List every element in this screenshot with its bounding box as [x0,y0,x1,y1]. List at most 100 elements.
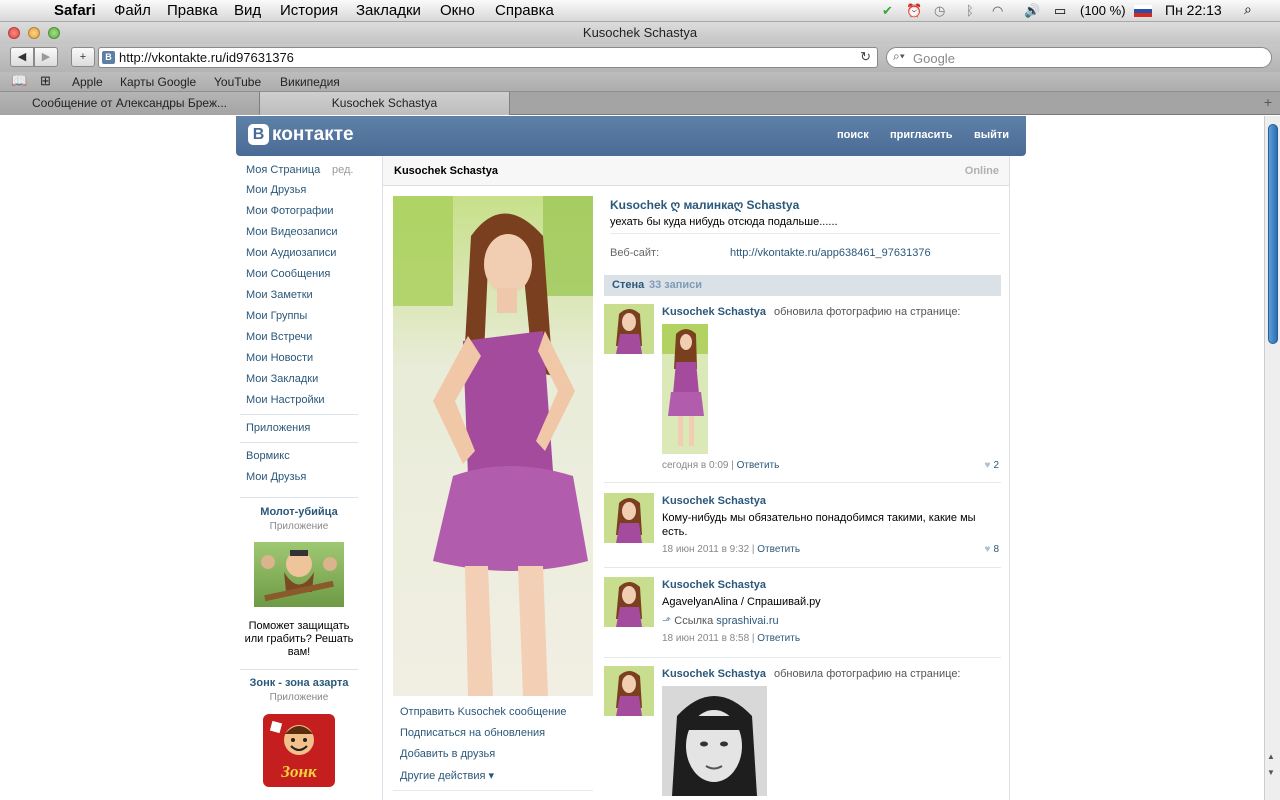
russian-flag-icon[interactable] [1134,5,1152,17]
battery-icon[interactable]: ▭ [1054,3,1066,19]
nav-invite-link[interactable]: пригласить [890,129,953,141]
reading-list-icon[interactable]: 📖 [11,73,27,89]
menu-my-photos[interactable]: Мои Фотографии [246,205,333,217]
wall-title: Стена [612,279,645,291]
wifi-icon[interactable]: ◠ [992,3,1003,19]
bluetooth-icon[interactable]: ᛒ [966,3,974,18]
vk-logo[interactable]: Вконтакте [248,124,354,148]
menu-file[interactable]: Файл [114,2,151,19]
post-author[interactable]: Kusochek Schastya [662,668,766,680]
scroll-down-arrow[interactable]: ▼ [1267,768,1275,777]
vk-header: Вконтакте поиск пригласить выйти [236,116,1026,156]
reload-icon[interactable]: ↻ [860,49,871,65]
profile-status-text[interactable]: уехать бы куда нибудь отсюда подальше...… [610,216,838,228]
post-photo[interactable] [662,686,767,796]
menu-my-audio[interactable]: Мои Аудиозаписи [246,247,336,259]
url-text[interactable]: http://vkontakte.ru/id97631376 [119,50,294,65]
left-menu-divider [240,442,358,443]
website-link[interactable]: http://vkontakte.ru/app638461_97631376 [730,247,931,259]
minimize-window-icon[interactable] [28,27,40,39]
reply-link[interactable]: Ответить [737,460,780,471]
scroll-up-arrow[interactable]: ▲ [1267,752,1275,761]
info-divider [610,233,1000,234]
menu-my-settings[interactable]: Мои Настройки [246,394,325,406]
profile-photo[interactable] [393,196,593,696]
close-window-icon[interactable] [8,27,20,39]
send-message-link[interactable]: Отправить Kusochek сообщение [400,706,567,718]
other-actions-dropdown[interactable]: Другие действия ▾ [400,769,494,782]
post-avatar[interactable] [604,577,654,627]
menu-my-events[interactable]: Мои Встречи [246,331,312,343]
profile-header: Kusochek Schastya Online [383,156,1009,186]
menu-app-wormix[interactable]: Вормикс [246,450,290,462]
tab-message[interactable]: Сообщение от Александры Бреж... [0,92,260,115]
menu-edit-link[interactable]: ред. [332,164,353,176]
post-author[interactable]: Kusochek Schastya [662,579,766,591]
menu-my-news[interactable]: Мои Новости [246,352,313,364]
search-field[interactable]: ⌕▾ Google [886,47,1272,68]
ad-image-zonk[interactable]: Зонк [263,714,335,787]
alarm-clock-icon[interactable]: ⏰ [906,3,922,19]
zoom-window-icon[interactable] [48,27,60,39]
time-machine-icon[interactable]: ◷ [934,3,945,19]
menu-app-my-friends[interactable]: Мои Друзья [246,471,306,483]
ad-title[interactable]: Молот-убийца [240,506,358,518]
back-button[interactable]: ◀ [10,47,34,67]
forward-button[interactable]: ▶ [34,47,58,67]
add-friend-link[interactable]: Добавить в друзья [400,748,495,760]
like-button[interactable]: ♥ 8 [985,544,1000,555]
page-scrollbar[interactable]: ▲ ▼ [1264,116,1280,800]
wall-header[interactable]: Стена 33 записи [604,275,1001,296]
bookmark-google-maps[interactable]: Карты Google [120,75,196,89]
menu-view[interactable]: Вид [234,2,261,19]
menu-edit[interactable]: Правка [167,2,218,19]
ad-title[interactable]: Зонк - зона азарта [240,677,358,689]
like-button[interactable]: ♥ 2 [985,460,1000,471]
link-label: Ссылка [674,615,714,627]
menu-help[interactable]: Справка [495,2,554,19]
post-meta: сегодня в 0:09 | Ответить [662,460,780,471]
post-photo[interactable] [662,324,708,454]
add-bookmark-button[interactable]: + [71,47,95,67]
menu-my-notes[interactable]: Мои Заметки [246,289,313,301]
nav-logout-link[interactable]: выйти [974,129,1009,141]
reply-link[interactable]: Ответить [757,544,800,555]
heart-icon: ♥ [984,460,991,471]
ad-text: Поможет защищать или грабить? Решать вам… [244,620,354,658]
menu-safari[interactable]: Safari [54,2,96,19]
scrollbar-thumb[interactable] [1268,124,1278,344]
top-sites-icon[interactable]: ⊞ [40,73,51,89]
bookmark-apple[interactable]: Apple [72,75,103,89]
menu-my-friends[interactable]: Мои Друзья [246,184,306,196]
tab-profile[interactable]: Kusochek Schastya [260,92,510,115]
menu-my-videos[interactable]: Мои Видеозаписи [246,226,338,238]
menu-my-bookmarks[interactable]: Мои Закладки [246,373,318,385]
menu-my-groups[interactable]: Мои Группы [246,310,307,322]
volume-icon[interactable]: 🔊 [1024,3,1040,19]
clock[interactable]: Пн 22:13 [1165,2,1222,18]
evernote-icon[interactable]: ✔ [882,3,893,19]
spotlight-icon[interactable]: ⌕ [1244,1,1252,18]
ad-image-hammer-killer[interactable] [254,542,344,607]
post-avatar[interactable] [604,304,654,354]
menu-applications[interactable]: Приложения [246,422,310,434]
battery-percent: (100 %) [1080,3,1126,18]
post-author[interactable]: Kusochek Schastya [662,495,766,507]
post-link[interactable]: ⬏ Ссылка sprashivai.ru [662,614,779,627]
new-tab-icon[interactable]: + [1264,94,1272,110]
post-avatar[interactable] [604,493,654,543]
bookmark-youtube[interactable]: YouTube [214,75,261,89]
post-author[interactable]: Kusochek Schastya [662,306,766,318]
menu-bookmarks[interactable]: Закладки [356,2,421,19]
subscribe-link[interactable]: Подписаться на обновления [400,727,545,739]
link-url[interactable]: sprashivai.ru [716,615,778,627]
address-bar[interactable]: В http://vkontakte.ru/id97631376 ↻ [98,47,878,68]
menu-history[interactable]: История [280,2,338,19]
reply-link[interactable]: Ответить [757,633,800,644]
menu-my-messages[interactable]: Мои Сообщения [246,268,330,280]
nav-search-link[interactable]: поиск [837,129,869,141]
menu-my-page[interactable]: Моя Страница [246,164,320,176]
menu-window[interactable]: Окно [440,2,475,19]
post-avatar[interactable] [604,666,654,716]
bookmark-wikipedia[interactable]: Википедия [280,75,340,89]
